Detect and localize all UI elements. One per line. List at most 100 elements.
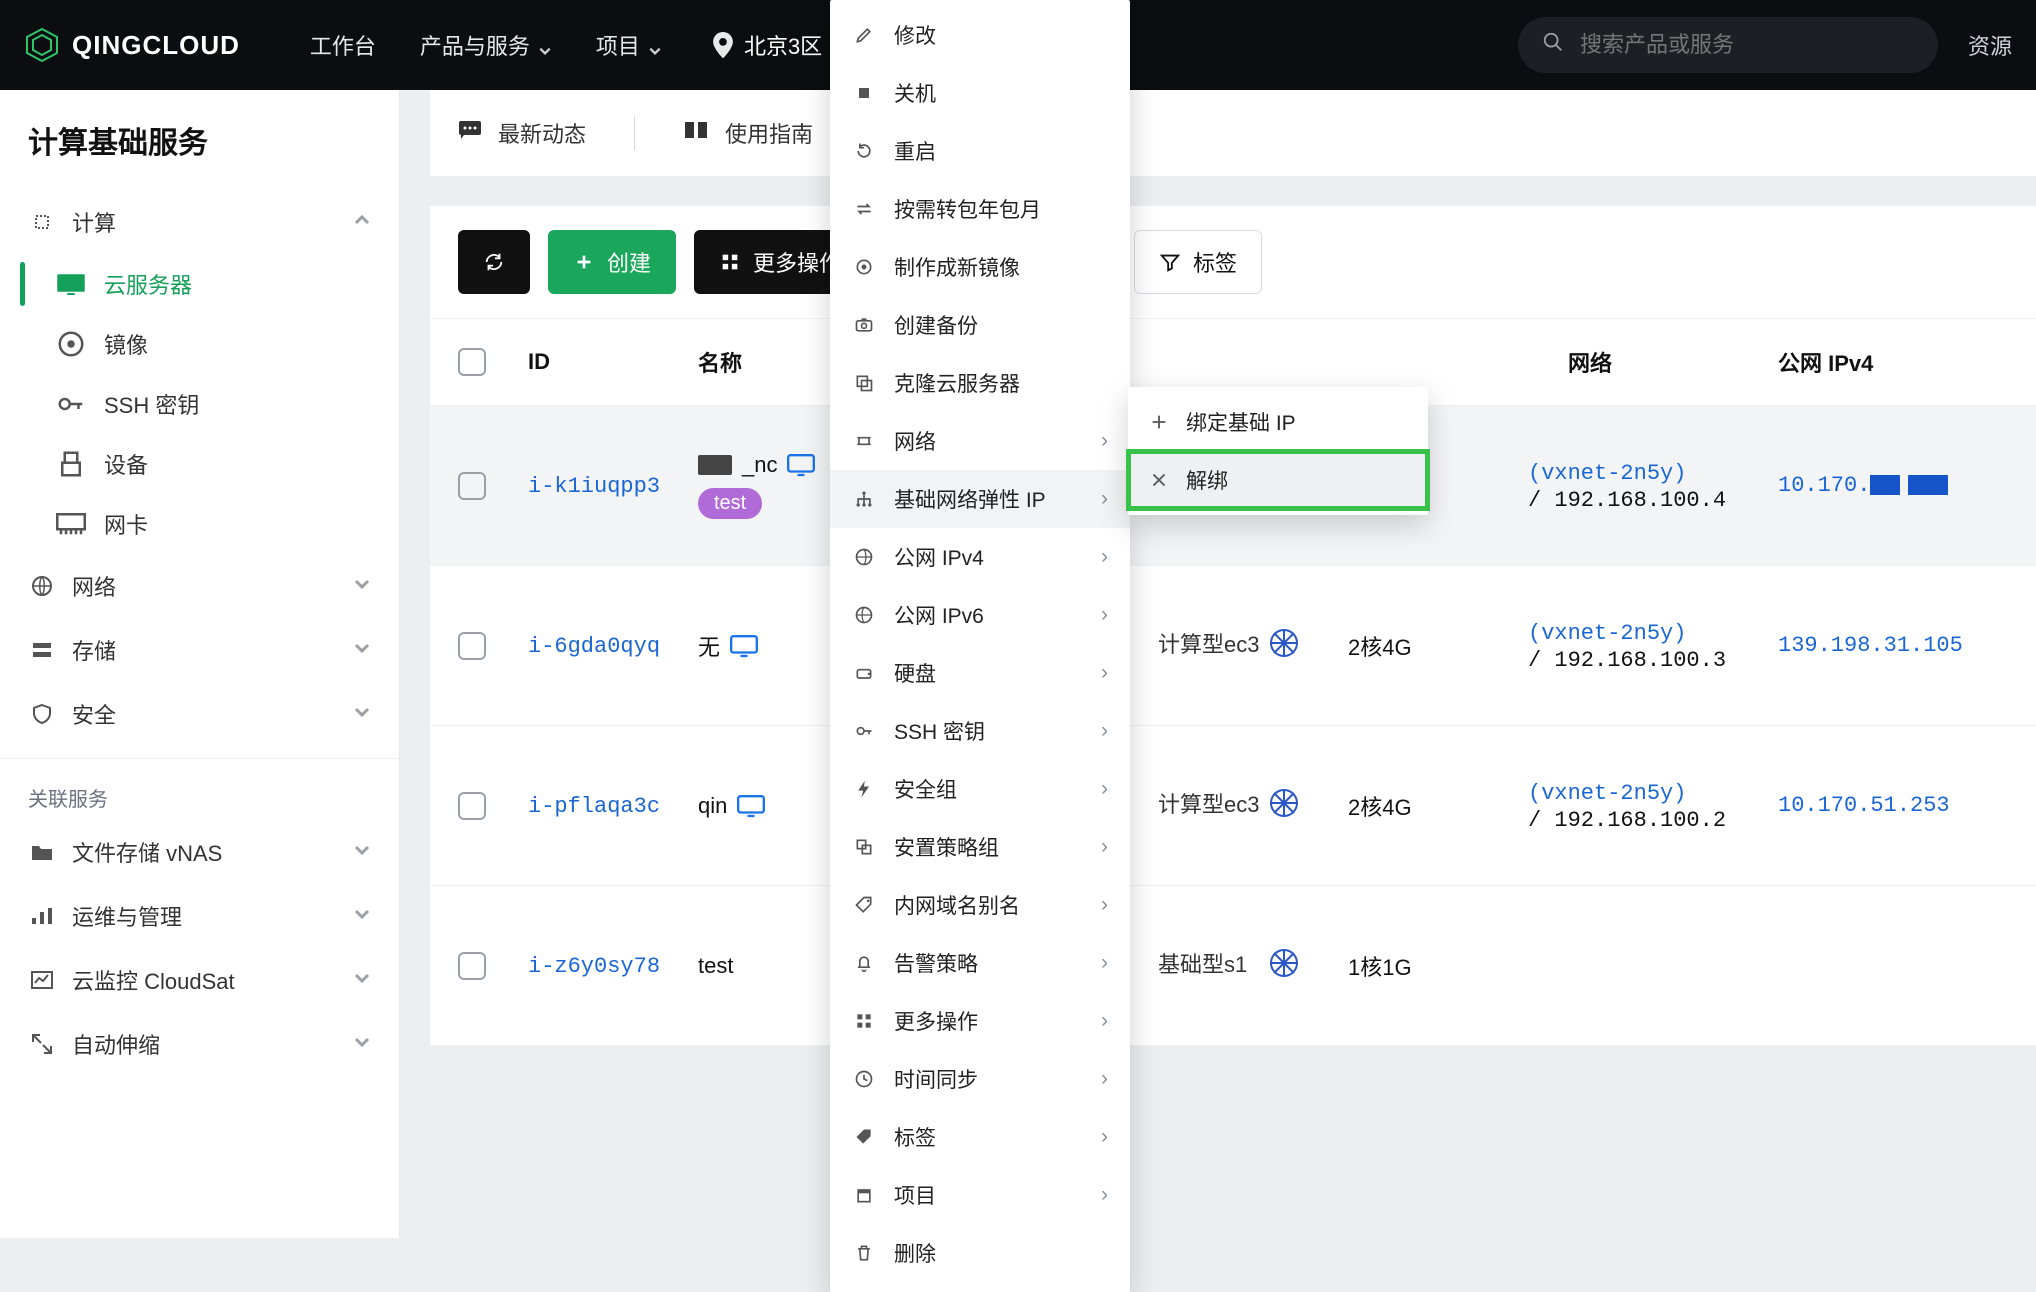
ctx-tags[interactable]: 标签› — [830, 1108, 1130, 1166]
sidebar-item-vnas[interactable]: 文件存储 vNAS — [0, 820, 399, 884]
sidebar-group-compute-head[interactable]: 计算 — [0, 190, 399, 254]
bell-icon — [852, 951, 876, 975]
brand-logo-icon — [24, 27, 60, 63]
table-row[interactable]: i-6gda0qyq 无 计算型ec3 2核4G (vxnet-2n5y) / … — [430, 566, 2036, 726]
trash-icon — [852, 1241, 876, 1265]
clock-icon — [852, 1067, 876, 1091]
ctx-security-group[interactable]: 安全组› — [830, 760, 1130, 818]
redacted-block — [1908, 475, 1948, 495]
instance-id-link[interactable]: i-z6y0sy78 — [528, 954, 660, 979]
instance-public-ip[interactable]: 10.170. — [1778, 473, 2008, 498]
ctx-public-ipv4[interactable]: 公网 IPv4› — [830, 528, 1130, 586]
ctx-convert-billing[interactable]: 按需转包年包月 — [830, 180, 1130, 238]
brand-logo[interactable]: QINGCLOUD — [24, 27, 240, 63]
monitor-icon[interactable] — [737, 795, 765, 817]
tag-icon — [852, 893, 876, 917]
sidebar-item-ops[interactable]: 运维与管理 — [0, 884, 399, 948]
sidebar-related-title: 关联服务 — [0, 763, 399, 820]
sidebar-divider — [0, 758, 399, 759]
sidebar-group-network[interactable]: 网络 — [0, 554, 399, 618]
ctx-make-image[interactable]: 制作成新镜像 — [830, 238, 1130, 296]
bolt-icon — [852, 777, 876, 801]
sidebar-group-storage[interactable]: 存储 — [0, 618, 399, 682]
restart-icon — [852, 139, 876, 163]
globe-icon — [28, 572, 56, 600]
nav-products[interactable]: 产品与服务 — [420, 29, 552, 61]
row-checkbox[interactable] — [458, 632, 486, 660]
monitor-icon[interactable] — [787, 454, 815, 476]
sidebar-item-autoscale[interactable]: 自动伸缩 — [0, 1012, 399, 1076]
refresh-icon — [483, 251, 505, 273]
row-checkbox[interactable] — [458, 472, 486, 500]
map-pin-icon — [712, 32, 734, 58]
sidebar-item-cloudsat[interactable]: 云监控 CloudSat — [0, 948, 399, 1012]
table-row[interactable]: i-z6y0sy78 test 基础型s1 1核1G — [430, 886, 2036, 1046]
nav-resources[interactable]: 资源 — [1968, 29, 2012, 61]
tag-filter-button[interactable]: 标签 — [1134, 230, 1262, 294]
instance-id-link[interactable]: i-pflaqa3c — [528, 794, 660, 819]
chevron-down-icon — [353, 841, 371, 864]
nic-icon — [56, 513, 86, 535]
sidebar-item-servers[interactable]: 云服务器 — [20, 254, 399, 314]
close-icon — [1148, 469, 1170, 491]
ctx-backup[interactable]: 创建备份 — [830, 296, 1130, 354]
announce-guide[interactable]: 使用指南 — [683, 117, 813, 149]
sidebar-group-compute: 计算 云服务器 镜像 SSH 密钥 设备 网卡 — [0, 190, 399, 554]
ctx-modify[interactable]: 修改 — [830, 6, 1130, 64]
ctx-shutdown[interactable]: 关机 — [830, 64, 1130, 122]
announce-news[interactable]: 最新动态 — [458, 117, 586, 149]
table-row[interactable]: i-pflaqa3c qin 计算型ec3 2核4G (vxnet-2n5y) … — [430, 726, 2036, 886]
sidebar-item-ssh[interactable]: SSH 密钥 — [20, 374, 399, 434]
th-id[interactable]: ID — [528, 349, 698, 375]
chevron-down-icon — [353, 1033, 371, 1056]
ctx-delete[interactable]: 删除 — [830, 1224, 1130, 1282]
ctx-disk[interactable]: 硬盘› — [830, 644, 1130, 702]
search-icon — [1542, 31, 1564, 59]
redacted-text — [698, 455, 732, 475]
global-search[interactable] — [1518, 17, 1938, 73]
submenu-bind-ip[interactable]: 绑定基础 IP — [1128, 393, 1428, 451]
sidebar-item-nic[interactable]: 网卡 — [20, 494, 399, 554]
ctx-project[interactable]: 项目› — [830, 1166, 1130, 1224]
instance-id-link[interactable]: i-k1iuqpp3 — [528, 474, 660, 499]
nav-projects[interactable]: 项目 — [596, 29, 662, 61]
row-checkbox[interactable] — [458, 792, 486, 820]
instance-id-link[interactable]: i-6gda0qyq — [528, 634, 660, 659]
book-icon — [683, 120, 709, 146]
ctx-placement[interactable]: 安置策略组› — [830, 818, 1130, 876]
select-all-checkbox[interactable] — [458, 348, 486, 376]
chat-icon — [458, 120, 482, 146]
ctx-elastic-ip[interactable]: 基础网络弹性 IP› — [830, 470, 1130, 528]
sidebar-item-images[interactable]: 镜像 — [20, 314, 399, 374]
submenu-unbind-ip[interactable]: 解绑 — [1128, 451, 1428, 509]
th-network[interactable]: 网络 — [1528, 346, 1778, 378]
row-checkbox[interactable] — [458, 952, 486, 980]
swap-icon — [852, 197, 876, 221]
ctx-network[interactable]: 网络› — [830, 412, 1130, 470]
monitor-icon[interactable] — [730, 635, 758, 657]
instance-public-ip[interactable]: 10.170.51.253 — [1778, 793, 2008, 818]
ctx-more[interactable]: 更多操作› — [830, 992, 1130, 1050]
chevron-right-icon: › — [1101, 1067, 1108, 1091]
refresh-button[interactable] — [458, 230, 530, 294]
ctx-dns-alias[interactable]: 内网域名别名› — [830, 876, 1130, 934]
tag-badge[interactable]: test — [698, 488, 762, 519]
chevron-right-icon: › — [1101, 1183, 1108, 1207]
camera-icon — [852, 313, 876, 337]
instance-public-ip[interactable]: 139.198.31.105 — [1778, 633, 2008, 658]
chevron-right-icon: › — [1101, 661, 1108, 685]
sidebar-item-devices[interactable]: 设备 — [20, 434, 399, 494]
create-button[interactable]: 创建 — [548, 230, 676, 294]
region-selector[interactable]: 北京3区 — [712, 29, 822, 61]
ctx-public-ipv6[interactable]: 公网 IPv6› — [830, 586, 1130, 644]
ctx-clone[interactable]: 克隆云服务器 — [830, 354, 1130, 412]
ctx-time-sync[interactable]: 时间同步› — [830, 1050, 1130, 1108]
nav-workbench[interactable]: 工作台 — [310, 29, 376, 61]
global-search-input[interactable] — [1580, 32, 1914, 58]
th-pubip[interactable]: 公网 IPv4 — [1778, 346, 2008, 378]
ctx-reboot[interactable]: 重启 — [830, 122, 1130, 180]
ctx-ssh[interactable]: SSH 密钥› — [830, 702, 1130, 760]
chevron-down-icon — [353, 575, 371, 598]
sidebar-group-security[interactable]: 安全 — [0, 682, 399, 746]
ctx-alarm[interactable]: 告警策略› — [830, 934, 1130, 992]
